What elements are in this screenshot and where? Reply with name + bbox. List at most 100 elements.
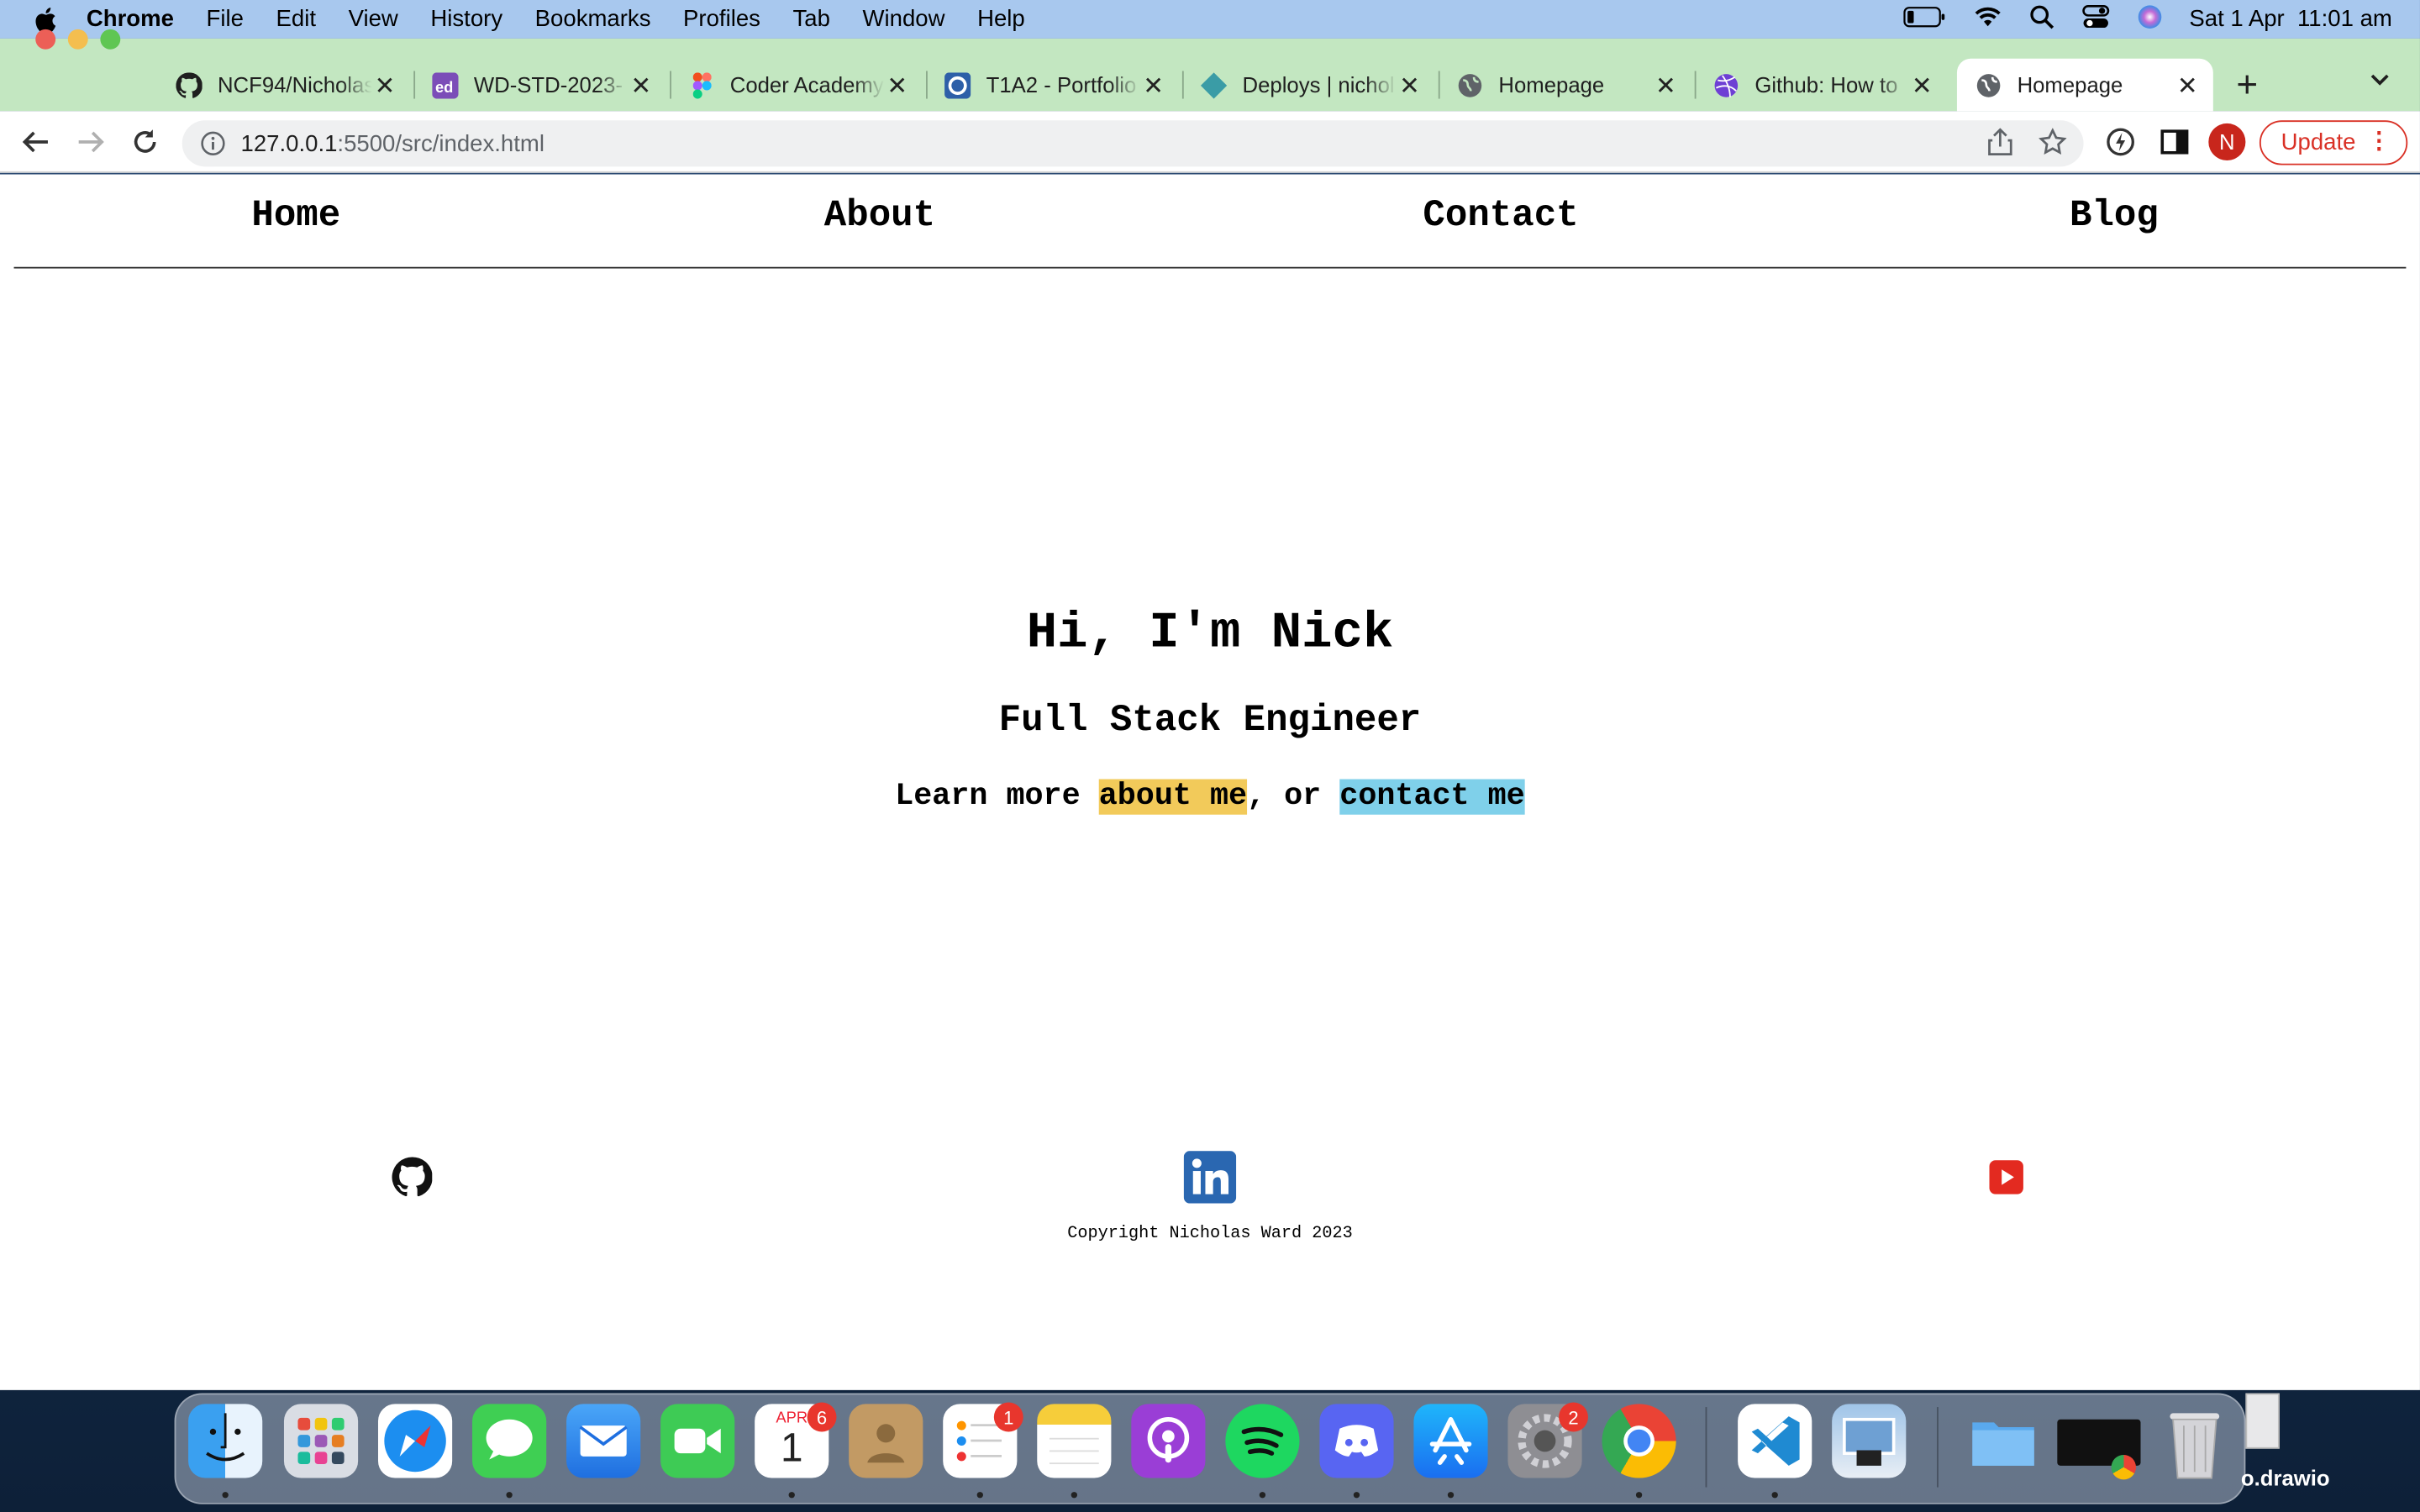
wifi-icon[interactable]	[1973, 5, 2001, 33]
hero-subheading: Full Stack Engineer	[998, 700, 1422, 743]
contact-me-link[interactable]: contact me	[1339, 779, 1525, 815]
canvas-icon	[944, 71, 971, 98]
menu-bookmarks[interactable]: Bookmarks	[535, 6, 651, 32]
hero-lead: Learn more about me, or contact me	[0, 779, 2420, 815]
tab-search-chevron-icon[interactable]	[2369, 68, 2391, 96]
menu-datetime[interactable]: Sat 1 Apr 11:01 am	[2189, 6, 2391, 32]
siri-icon[interactable]	[2137, 4, 2161, 35]
running-indicator	[976, 1492, 983, 1499]
performance-icon[interactable]	[2102, 123, 2139, 160]
running-indicator	[1447, 1492, 1455, 1499]
profile-avatar[interactable]: N	[2208, 123, 2246, 161]
safari-icon[interactable]	[377, 1404, 453, 1478]
url-host: 127.0.0.1	[240, 130, 338, 157]
close-window-button[interactable]	[35, 29, 56, 50]
desktop-file-label[interactable]: o.drawio	[2241, 1466, 2330, 1490]
menu-profiles[interactable]: Profiles	[683, 6, 760, 32]
browser-toolbar: 127.0.0.1:5500/src/index.html N Update ⋮	[0, 111, 2420, 173]
tab-3[interactable]: T1A2 - Portfolio ✕	[926, 59, 1179, 111]
nav-about-link[interactable]: About	[824, 196, 935, 238]
reload-icon[interactable]	[127, 123, 164, 160]
github-icon[interactable]	[392, 1157, 433, 1198]
notes-icon[interactable]	[1037, 1404, 1112, 1478]
tab-title: Github: How to	[1754, 72, 1898, 97]
desktop-file-icon[interactable]	[2245, 1393, 2280, 1449]
finder-icon[interactable]	[188, 1404, 263, 1478]
calendar-day: 1	[780, 1424, 803, 1471]
chrome-badge-icon	[2111, 1455, 2136, 1480]
nav-contact-link[interactable]: Contact	[1423, 196, 1578, 238]
forward-arrow-icon[interactable]	[72, 123, 109, 160]
menu-view[interactable]: View	[349, 6, 398, 32]
side-panel-icon[interactable]	[2156, 123, 2193, 160]
menu-window[interactable]: Window	[863, 6, 945, 32]
tab-4[interactable]: Deploys | nichol ✕	[1182, 59, 1435, 111]
tab-0[interactable]: NCF94/Nicholas ✕	[157, 59, 410, 111]
vscode-icon[interactable]	[1738, 1404, 1812, 1478]
downloads-folder-icon[interactable]	[1966, 1404, 2040, 1478]
running-indicator	[1635, 1492, 1643, 1499]
new-tab-plus-icon[interactable]: +	[2236, 65, 2258, 108]
more-menu-icon[interactable]: ⋮	[2367, 127, 2391, 154]
nav-home-link[interactable]: Home	[251, 196, 340, 238]
site-info-icon[interactable]	[201, 131, 225, 155]
running-indicator	[788, 1492, 795, 1499]
bookmark-star-icon[interactable]	[2038, 128, 2067, 163]
messages-icon[interactable]	[472, 1404, 547, 1478]
youtube-icon[interactable]	[1988, 1158, 2025, 1195]
tab-6[interactable]: Github: How to ✕	[1695, 59, 1948, 111]
trash-icon[interactable]	[2158, 1404, 2232, 1479]
menu-edit[interactable]: Edit	[276, 6, 316, 32]
svg-text:ed: ed	[435, 77, 453, 95]
tab-5[interactable]: Homepage ✕	[1439, 59, 1691, 111]
facetime-icon[interactable]	[660, 1404, 735, 1478]
nav-blog-link[interactable]: Blog	[2070, 196, 2159, 238]
linkedin-icon[interactable]	[1183, 1151, 1237, 1204]
launchpad-icon[interactable]	[283, 1404, 359, 1478]
menu-history[interactable]: History	[430, 6, 502, 32]
lead-prefix: Learn more	[895, 779, 1099, 815]
close-tab-icon[interactable]: ✕	[375, 71, 396, 102]
discord-icon[interactable]	[1319, 1404, 1394, 1478]
tab-title: Coder Academy	[729, 72, 884, 97]
podcasts-icon[interactable]	[1131, 1404, 1206, 1478]
lead-middle: , or	[1247, 779, 1340, 815]
back-arrow-icon[interactable]	[17, 123, 54, 160]
menu-app-name[interactable]: Chrome	[87, 6, 174, 32]
address-bar[interactable]: 127.0.0.1:5500/src/index.html	[182, 120, 2084, 167]
close-tab-icon[interactable]: ✕	[2177, 71, 2198, 102]
url-text[interactable]: 127.0.0.1:5500/src/index.html	[241, 130, 544, 156]
settings-badge: 2	[1559, 1402, 1588, 1432]
app-store-icon[interactable]	[1413, 1404, 1488, 1478]
menu-tab[interactable]: Tab	[793, 6, 830, 32]
close-tab-icon[interactable]: ✕	[886, 71, 908, 102]
share-icon[interactable]	[1988, 128, 2012, 163]
menu-file[interactable]: File	[207, 6, 244, 32]
tab-7-active[interactable]: Homepage ✕	[1956, 58, 2213, 112]
spotify-icon[interactable]	[1225, 1404, 1300, 1478]
menu-help[interactable]: Help	[977, 6, 1025, 32]
update-button[interactable]: Update ⋮	[2259, 120, 2408, 165]
running-indicator	[1071, 1492, 1078, 1499]
tab-2[interactable]: Coder Academy ✕	[670, 59, 923, 111]
preview-icon[interactable]	[1832, 1404, 1907, 1478]
battery-icon[interactable]	[1902, 5, 1945, 33]
ed-icon: ed	[432, 71, 459, 98]
running-indicator	[222, 1492, 229, 1499]
control-center-icon[interactable]	[2081, 4, 2109, 35]
minimize-window-button[interactable]	[67, 29, 88, 50]
close-tab-icon[interactable]: ✕	[630, 71, 651, 102]
tab-1[interactable]: ed WD-STD-2023- ✕	[413, 59, 666, 111]
mail-icon[interactable]	[566, 1404, 641, 1478]
copyright-text: Copyright Nicholas Ward 2023	[1067, 1225, 1353, 1244]
spotlight-search-icon[interactable]	[2028, 4, 2054, 35]
close-tab-icon[interactable]: ✕	[1399, 71, 1420, 102]
zoom-window-button[interactable]	[100, 29, 121, 50]
close-tab-icon[interactable]: ✕	[1143, 71, 1164, 102]
about-me-link[interactable]: about me	[1098, 779, 1248, 815]
tab-title: WD-STD-2023-	[473, 72, 623, 97]
close-tab-icon[interactable]: ✕	[1912, 71, 1933, 102]
chrome-icon[interactable]	[1602, 1404, 1676, 1478]
close-tab-icon[interactable]: ✕	[1655, 71, 1676, 102]
contacts-icon[interactable]	[849, 1404, 923, 1478]
